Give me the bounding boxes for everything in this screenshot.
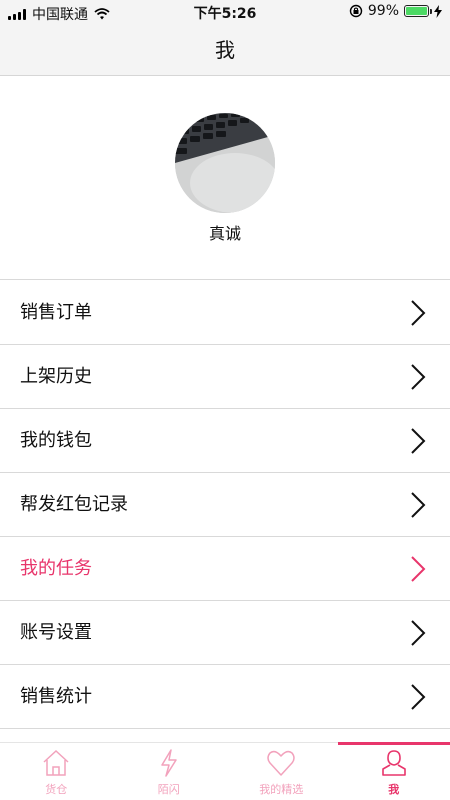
tab-label: 我	[388, 783, 400, 796]
username: 真诚	[208, 224, 241, 243]
page-title: 我	[215, 38, 235, 62]
profile-section: 真诚	[0, 77, 450, 280]
menu-item-listing-history[interactable]: 上架历史	[0, 345, 450, 409]
chevron-right-icon	[411, 428, 426, 454]
charging-icon	[434, 4, 442, 18]
tab-label: 陌闪	[157, 783, 180, 796]
heart-icon	[267, 750, 295, 776]
chevron-right-icon	[411, 620, 426, 646]
chevron-right-icon	[411, 556, 426, 582]
tab-label: 我的精选	[259, 783, 304, 796]
menu-item-label: 我的钱包	[20, 430, 92, 451]
menu-item-red-packet-records[interactable]: 帮发红包记录	[0, 473, 450, 537]
menu-item-label: 销售订单	[20, 302, 92, 323]
menu-item-sales-orders[interactable]: 销售订单	[0, 281, 450, 345]
avatar[interactable]	[175, 113, 275, 213]
menu-item-account-settings[interactable]: 账号设置	[0, 601, 450, 665]
menu-item-sales-statistics[interactable]: 销售统计	[0, 665, 450, 729]
home-icon	[43, 749, 69, 776]
tab-me[interactable]: 我	[337, 742, 450, 800]
person-icon	[381, 750, 406, 776]
status-bar: 中国联通 下午5:26 99%	[0, 0, 450, 24]
battery-icon	[404, 5, 432, 17]
tab-bar: 货仓 陌闪 我的精选 我	[0, 742, 450, 800]
menu-item-label: 我的任务	[20, 558, 92, 579]
rotation-lock-icon	[349, 4, 363, 18]
menu-item-label: 上架历史	[20, 366, 92, 387]
tab-flash[interactable]: 陌闪	[113, 743, 226, 800]
tab-my-picks[interactable]: 我的精选	[225, 743, 338, 800]
status-right: 99%	[349, 3, 442, 19]
battery-percent: 99%	[367, 3, 399, 19]
chevron-right-icon	[411, 300, 426, 326]
chevron-right-icon	[411, 492, 426, 518]
chevron-right-icon	[411, 364, 426, 390]
battery-level	[406, 7, 427, 15]
tab-label: 货仓	[45, 783, 68, 796]
chevron-right-icon	[411, 684, 426, 710]
menu-item-label: 帮发红包记录	[20, 494, 128, 515]
avatar-photo	[175, 113, 275, 213]
menu-item-label: 账号设置	[20, 622, 92, 643]
menu-item-label: 销售统计	[20, 686, 92, 707]
lightning-icon	[161, 749, 177, 777]
tab-warehouse[interactable]: 货仓	[0, 743, 113, 800]
menu-list: 销售订单 上架历史 我的钱包 帮发红包记录 我的任务 账号设置 销售统计	[0, 281, 450, 729]
menu-item-my-tasks[interactable]: 我的任务	[0, 537, 450, 601]
menu-item-wallet[interactable]: 我的钱包	[0, 409, 450, 473]
nav-bar: 我	[0, 24, 450, 76]
